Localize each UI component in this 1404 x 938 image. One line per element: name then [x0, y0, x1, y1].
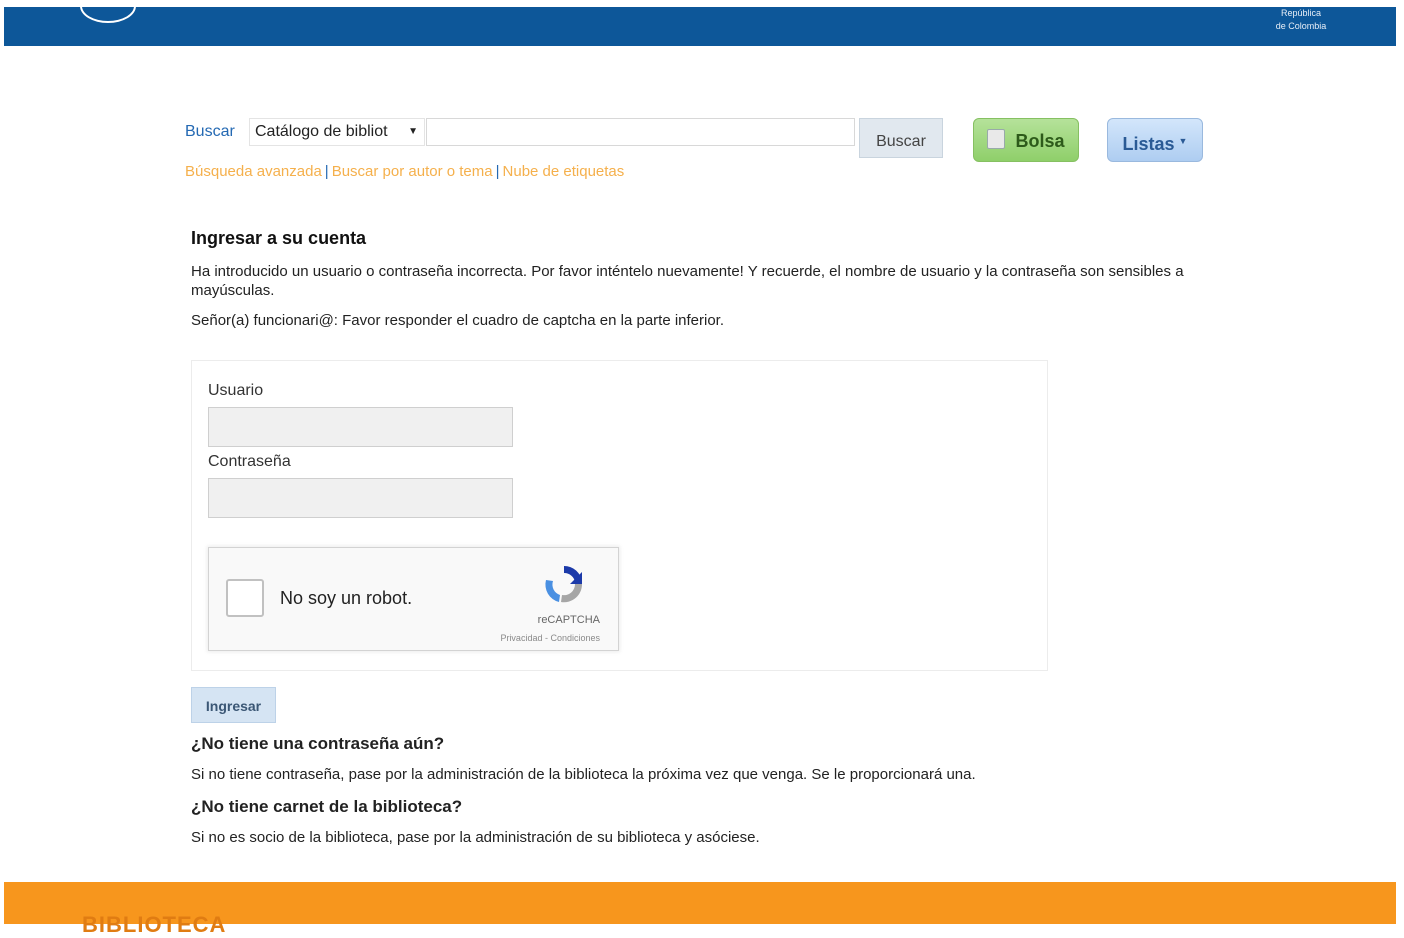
username-label: Usuario	[208, 382, 264, 399]
password-label: Contraseña	[208, 453, 291, 470]
tag-cloud-link[interactable]: Nube de etiquetas	[503, 163, 625, 180]
page-title: Ingresar a su cuenta	[191, 228, 367, 248]
recaptcha-label: No soy un robot.	[280, 588, 413, 608]
link-separator: |	[324, 163, 329, 180]
footer-title: BIBLIOTECA	[82, 912, 227, 937]
no-card-text: Si no es socio de la biblioteca, pase po…	[191, 829, 760, 846]
top-header-band: República de Colombia	[4, 0, 1396, 46]
recaptcha-logo-icon	[545, 565, 583, 603]
recaptcha-brand: reCAPTCHA	[537, 614, 600, 626]
catalog-selected-value: Catálogo de bibliot	[255, 123, 388, 140]
no-password-heading: ¿No tiene una contraseña aún?	[191, 734, 445, 753]
caret-down-icon: ▼	[1178, 136, 1188, 146]
captcha-note: Señor(a) funcionari@: Favor responder el…	[191, 312, 725, 329]
footer-band: BIBLIOTECA	[4, 882, 1396, 937]
link-separator: |	[495, 163, 500, 180]
username-field[interactable]	[208, 407, 513, 447]
login-submit-button[interactable]: Ingresar	[191, 687, 276, 723]
caret-down-icon: ▼	[408, 126, 418, 137]
shopping-bag-icon	[987, 129, 1006, 149]
recaptcha-widget: No soy un robot. reCAPTCHA Privacidad - …	[208, 547, 619, 651]
country-label: República de Colombia	[1266, 7, 1336, 33]
search-links: Búsqueda avanzada | Buscar por autor o tem…	[185, 163, 624, 180]
country-line-2: de Colombia	[1275, 21, 1327, 31]
recaptcha-checkbox[interactable]	[226, 579, 264, 617]
listas-label: Listas	[1122, 134, 1175, 154]
error-message: Ha introducido un usuario o contraseña i…	[191, 263, 1184, 299]
author-subject-search-link[interactable]: Buscar por autor o tema	[332, 163, 493, 180]
recaptcha-terms-link[interactable]: Privacidad - Condiciones	[500, 633, 600, 643]
no-card-heading: ¿No tiene carnet de la biblioteca?	[191, 797, 463, 816]
search-button[interactable]: Buscar	[859, 118, 943, 158]
catalog-select[interactable]: Catálogo de bibliot ▼	[249, 118, 425, 146]
bolsa-label: Bolsa	[1015, 131, 1065, 151]
bolsa-button[interactable]: Bolsa	[973, 118, 1079, 162]
advanced-search-link[interactable]: Búsqueda avanzada	[185, 163, 322, 180]
institution-logo[interactable]	[80, 0, 136, 23]
country-line-1: República	[1280, 8, 1322, 18]
listas-button[interactable]: Listas ▼	[1107, 118, 1203, 162]
search-label: Buscar	[185, 123, 235, 140]
password-field[interactable]	[208, 478, 513, 518]
search-input[interactable]	[426, 118, 855, 146]
no-password-text: Si no tiene contraseña, pase por la admi…	[191, 766, 976, 783]
